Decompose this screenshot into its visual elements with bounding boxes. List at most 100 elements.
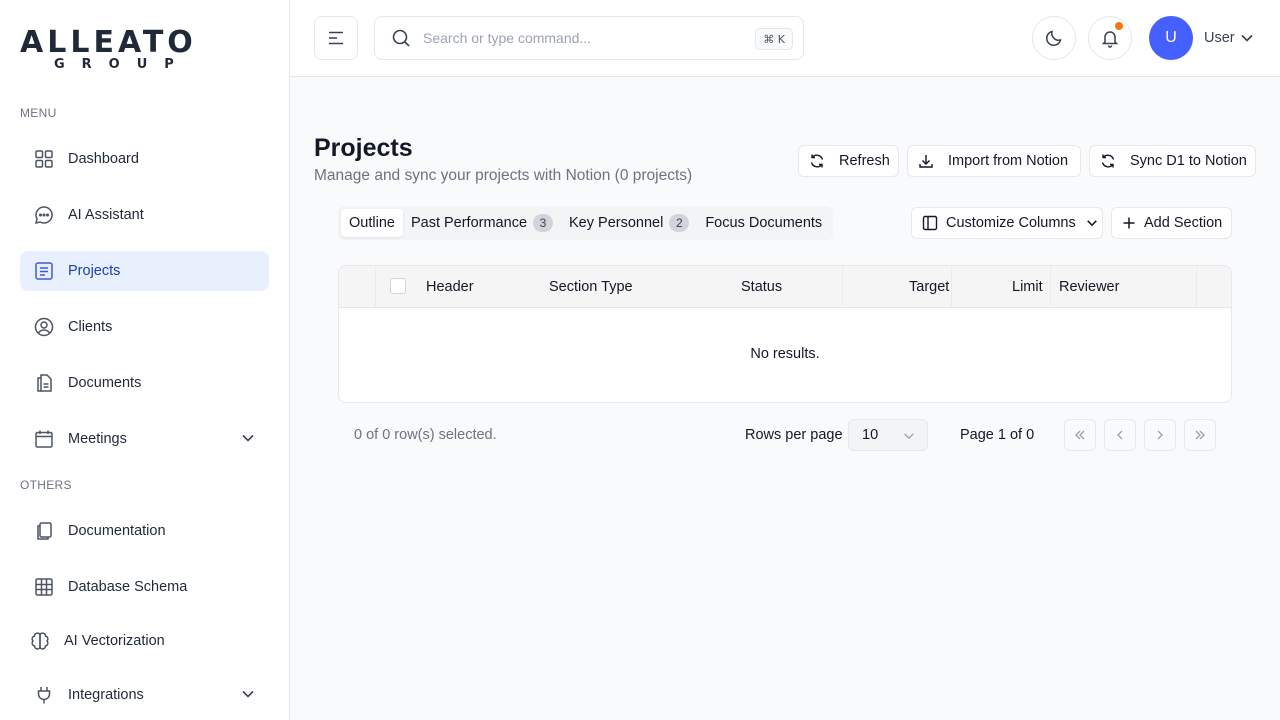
previous-page-button[interactable] [1104, 419, 1136, 451]
tab-label: Past Performance [410, 215, 528, 231]
top-bar: ⌘ K U User [290, 0, 1280, 77]
sync-to-notion-button[interactable]: Sync D1 to Notion [1089, 145, 1256, 177]
sync-label: Sync D1 to Notion [1130, 153, 1247, 169]
sidebar-item-label: Documentation [68, 523, 166, 539]
tab-label: Key Personnel [569, 215, 664, 231]
avatar[interactable]: U [1149, 16, 1193, 60]
page-subtitle: Manage and sync your projects with Notio… [314, 167, 693, 184]
sidebar-item-clients[interactable]: Clients [20, 307, 269, 347]
columns-icon [922, 215, 938, 231]
moon-icon [1044, 28, 1064, 48]
sidebar-item-label: AI Vectorization [64, 633, 165, 649]
sidebar-toggle-button[interactable] [314, 16, 358, 60]
sidebar-item-label: Database Schema [68, 579, 188, 595]
sidebar-item-label: Dashboard [68, 151, 139, 167]
others-section-label: OTHERS [20, 478, 72, 492]
first-page-button[interactable] [1064, 419, 1096, 451]
add-section-label: Add Section [1144, 215, 1223, 231]
column-header-status[interactable]: Status [741, 279, 782, 295]
tab-focus-documents[interactable]: Focus Documents [697, 209, 830, 237]
sidebar-item-label: Projects [68, 263, 121, 279]
sidebar-item-documentation[interactable]: Documentation [20, 511, 269, 551]
alleato-logo[interactable]: ALLEATO GROUP [20, 25, 202, 74]
column-divider [1050, 266, 1051, 308]
sidebar-item-projects[interactable]: Projects [20, 251, 269, 291]
document-icon [34, 373, 54, 393]
notification-dot [1115, 22, 1123, 30]
table-icon [34, 577, 54, 597]
table-header: Header Section Type Status Target Limit … [339, 266, 1231, 308]
sidebar-item-label: Meetings [68, 431, 127, 447]
sidebar-item-integrations[interactable]: Integrations [20, 675, 269, 715]
sidebar-item-ai-assistant[interactable]: AI Assistant [20, 195, 269, 235]
refresh-button[interactable]: Refresh [798, 145, 899, 177]
sidebar-item-ai-vectorization[interactable]: AI Vectorization [20, 621, 269, 661]
sidebar-item-dashboard[interactable]: Dashboard [20, 139, 269, 179]
last-page-button[interactable] [1184, 419, 1216, 451]
rows-per-page-select[interactable]: 10 [848, 419, 928, 451]
page-title: Projects [314, 134, 413, 162]
sidebar-item-database-schema[interactable]: Database Schema [20, 567, 269, 607]
tab-past-performance[interactable]: Past Performance 3 [403, 209, 561, 237]
sidebar-item-meetings[interactable]: Meetings [20, 419, 269, 459]
sidebar-item-label: Clients [68, 319, 113, 335]
chevron-right-icon [1153, 428, 1167, 442]
column-divider [842, 266, 843, 308]
logo-sub-text: GROUP [54, 57, 191, 72]
chevrons-left-icon [1073, 428, 1087, 442]
sidebar-item-label: Documents [68, 375, 142, 391]
brain-icon [30, 631, 50, 651]
plus-icon [1122, 216, 1136, 230]
tab-label: Outline [349, 215, 395, 231]
chevron-down-icon[interactable] [1240, 31, 1254, 50]
rows-per-page-label: Rows per page [745, 427, 843, 443]
theme-toggle-button[interactable] [1032, 16, 1076, 60]
selection-count: 0 of 0 row(s) selected. [354, 427, 497, 443]
column-header-section-type[interactable]: Section Type [549, 279, 633, 295]
tab-key-personnel[interactable]: Key Personnel 2 [561, 209, 697, 237]
count-badge: 3 [533, 214, 554, 232]
customize-columns-button[interactable]: Customize Columns [911, 207, 1103, 239]
column-header-header[interactable]: Header [426, 279, 474, 295]
empty-state-text: No results. [750, 346, 820, 362]
list-icon [34, 261, 54, 281]
copy-icon [34, 521, 54, 541]
logo-main-text: ALLEATO [20, 25, 197, 60]
user-circle-icon [34, 317, 54, 337]
column-divider [951, 266, 952, 308]
menu-section-label: MENU [20, 106, 57, 120]
chat-icon [34, 205, 54, 225]
import-from-notion-button[interactable]: Import from Notion [907, 145, 1081, 177]
grid-icon [34, 149, 54, 169]
sync-icon [1100, 153, 1116, 169]
search-box[interactable]: ⌘ K [374, 16, 804, 60]
tab-label: Focus Documents [705, 215, 823, 231]
column-header-limit[interactable]: Limit [1012, 279, 1043, 295]
import-label: Import from Notion [948, 153, 1069, 169]
column-divider [375, 266, 376, 308]
notifications-button[interactable] [1088, 16, 1132, 60]
bell-icon [1100, 28, 1120, 48]
user-name[interactable]: User [1204, 30, 1235, 46]
column-header-target[interactable]: Target [909, 279, 949, 295]
count-badge: 2 [669, 214, 690, 232]
column-header-reviewer[interactable]: Reviewer [1059, 279, 1119, 295]
select-all-checkbox[interactable] [390, 278, 406, 294]
tab-outline[interactable]: Outline [341, 209, 403, 237]
sidebar-item-documents[interactable]: Documents [20, 363, 269, 403]
add-section-button[interactable]: Add Section [1111, 207, 1232, 239]
sidebar-item-label: Integrations [68, 687, 144, 703]
search-input[interactable] [423, 30, 743, 46]
customize-columns-label: Customize Columns [946, 215, 1076, 231]
chevron-down-icon [1086, 217, 1098, 229]
chevron-down-icon [903, 430, 915, 442]
plug-icon [34, 685, 54, 705]
download-icon [918, 153, 934, 169]
next-page-button[interactable] [1144, 419, 1176, 451]
chevron-down-icon [241, 687, 255, 705]
refresh-label: Refresh [839, 153, 890, 169]
chevrons-right-icon [1193, 428, 1207, 442]
page-info: Page 1 of 0 [960, 427, 1035, 443]
refresh-icon [809, 153, 825, 169]
sections-table: Header Section Type Status Target Limit … [338, 265, 1232, 403]
